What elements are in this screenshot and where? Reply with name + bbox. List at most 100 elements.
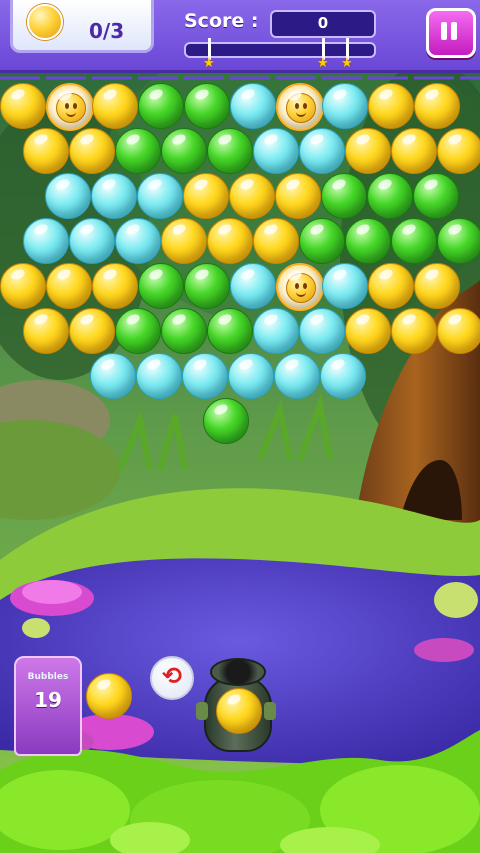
yellow-bubble <box>92 83 138 129</box>
yellow-bubble <box>69 128 115 174</box>
target-count: 0/3 <box>89 19 125 43</box>
cannon-mouth <box>210 658 266 686</box>
cyan-bubble <box>90 353 136 399</box>
green-bubble <box>391 218 437 264</box>
yellow-bubble <box>69 308 115 354</box>
star-icon: ★ <box>341 56 353 71</box>
yellow-bubble <box>437 128 480 174</box>
cyan-bubble <box>115 218 161 264</box>
smiley-face-icon <box>286 273 316 303</box>
eye <box>303 103 307 109</box>
green-bubble <box>115 308 161 354</box>
eye <box>295 103 299 109</box>
score-progress-bar: ★ ★ ★ <box>184 38 376 71</box>
cyan-bubble <box>69 218 115 264</box>
yellow-bubble <box>46 263 92 309</box>
cyan-bubble <box>182 353 228 399</box>
smiley-face-icon <box>56 93 86 123</box>
green-bubble <box>437 218 480 264</box>
cyan-bubble <box>136 353 182 399</box>
yellow-bubble <box>345 308 391 354</box>
cyan-bubble <box>253 308 299 354</box>
bubbles-count: 19 <box>34 688 62 712</box>
swap-bubble-button[interactable]: ⟲ <box>150 656 194 700</box>
green-bubble <box>203 398 249 444</box>
cyan-bubble <box>320 353 366 399</box>
yellow-bubble <box>345 128 391 174</box>
bubbles-remaining-panel: Bubbles 19 <box>14 656 82 756</box>
cyan-bubble <box>230 263 276 309</box>
cyan-bubble <box>274 353 320 399</box>
bubbles-label: Bubbles <box>27 672 69 682</box>
mouth <box>66 111 76 117</box>
yellow-bubble <box>391 128 437 174</box>
yellow-bubble <box>183 173 229 219</box>
star-icon: ★ <box>203 56 215 71</box>
yellow-bubble <box>391 308 437 354</box>
yellow-bubble <box>207 218 253 264</box>
cyan-bubble <box>230 83 276 129</box>
green-bubble <box>161 128 207 174</box>
yellow-bubble <box>414 263 460 309</box>
loaded-bubble <box>216 688 262 734</box>
mouth <box>296 291 306 297</box>
green-bubble <box>367 173 413 219</box>
pause-icon <box>451 22 457 40</box>
star-icon: ★ <box>317 56 329 71</box>
green-bubble <box>413 173 459 219</box>
green-bubble <box>184 83 230 129</box>
green-bubble <box>115 128 161 174</box>
score-box: 0 <box>270 10 376 38</box>
yellow-bubble <box>368 83 414 129</box>
eye <box>65 103 69 109</box>
green-bubble <box>321 173 367 219</box>
next-bubble[interactable] <box>86 673 132 719</box>
pause-button[interactable] <box>426 8 476 58</box>
green-bubble <box>161 308 207 354</box>
green-bubble <box>207 128 253 174</box>
pause-icon <box>441 22 447 40</box>
yellow-bubble <box>414 83 460 129</box>
cannon-knob <box>196 702 208 720</box>
yellow-bubble <box>275 173 321 219</box>
yellow-bubble <box>253 218 299 264</box>
cyan-bubble <box>299 308 345 354</box>
yellow-bubble <box>368 263 414 309</box>
cannon-knob <box>264 702 276 720</box>
swap-icon: ⟲ <box>161 662 183 690</box>
yellow-bubble <box>23 308 69 354</box>
yellow-bubble <box>0 263 46 309</box>
cyan-bubble <box>322 263 368 309</box>
eye <box>295 283 299 289</box>
yellow-bubble <box>437 308 480 354</box>
cyan-bubble <box>253 128 299 174</box>
target-bubble <box>276 83 324 131</box>
target-bubble <box>46 83 94 131</box>
cyan-bubble <box>299 128 345 174</box>
cyan-bubble <box>91 173 137 219</box>
yellow-bubble <box>23 128 69 174</box>
score-label: Score : <box>184 10 259 32</box>
green-bubble <box>299 218 345 264</box>
cyan-bubble <box>45 173 91 219</box>
smiley-face-icon <box>286 93 316 123</box>
target-bubble <box>276 263 324 311</box>
top-bar: 0/3 Score : 0 ★ ★ ★ <box>0 0 480 73</box>
green-bubble <box>138 263 184 309</box>
eye <box>73 103 77 109</box>
eye <box>303 283 307 289</box>
mouth <box>296 111 306 117</box>
green-bubble <box>184 263 230 309</box>
yellow-bubble <box>92 263 138 309</box>
yellow-bubble <box>161 218 207 264</box>
target-face-icon <box>27 4 63 40</box>
green-bubble <box>207 308 253 354</box>
score-value: 0 <box>317 14 329 32</box>
green-bubble <box>345 218 391 264</box>
cyan-bubble <box>137 173 183 219</box>
target-counter: 0/3 <box>10 0 154 53</box>
yellow-bubble <box>0 83 46 129</box>
green-bubble <box>138 83 184 129</box>
game-screen: 0/3 Score : 0 ★ ★ ★ Bubbles 19 ⟲ <box>0 0 480 853</box>
cyan-bubble <box>228 353 274 399</box>
